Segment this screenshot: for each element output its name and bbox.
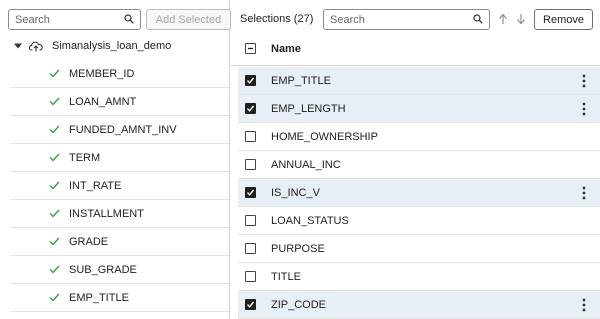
checkmark-icon: [49, 69, 60, 78]
tree-item[interactable]: FUNDED_AMNT_INV: [10, 116, 229, 144]
tree-item-label: FUNDED_AMNT_INV: [69, 123, 177, 136]
row-checkbox[interactable]: [245, 131, 256, 142]
selection-row[interactable]: TITLE: [238, 263, 600, 291]
tree-item-label: LOAN_AMNT: [69, 95, 137, 108]
tree-item[interactable]: LOAN_AMNT: [10, 88, 229, 116]
checkmark-icon: [49, 265, 60, 274]
left-toolbar: Add Selected: [8, 9, 231, 31]
row-checkbox[interactable]: [245, 159, 256, 170]
selection-row[interactable]: EMP_TITLE: [238, 67, 600, 95]
selection-row-label: ANNUAL_INC: [271, 158, 341, 171]
selections-count: Selections (27): [240, 13, 314, 25]
selection-row-label: EMP_LENGTH: [271, 102, 346, 115]
checkmark-icon: [49, 293, 60, 302]
row-checkbox[interactable]: [245, 75, 256, 86]
right-toolbar: Selections (27) Remove: [231, 9, 600, 31]
caret-down-icon[interactable]: [14, 42, 22, 50]
tree-item-label: TERM: [69, 151, 101, 164]
checkmark-icon: [49, 153, 60, 162]
move-up-icon[interactable]: [498, 13, 508, 25]
add-selected-button[interactable]: Add Selected: [146, 9, 231, 30]
checkmark-icon: [246, 301, 255, 308]
right-search-input[interactable]: [324, 10, 464, 29]
selection-row[interactable]: LOAN_STATUS: [238, 207, 600, 235]
checkmark-icon: [49, 237, 60, 246]
row-checkbox[interactable]: [245, 215, 256, 226]
kebab-menu-icon[interactable]: [582, 74, 586, 88]
tree-item-label: INT_RATE: [69, 179, 122, 192]
select-all-checkbox[interactable]: [245, 43, 256, 54]
tree-item-label: EMP_TITLE: [69, 291, 129, 304]
kebab-menu-icon[interactable]: [582, 102, 586, 116]
tree-item-label: MEMBER_ID: [69, 67, 135, 80]
selection-row-label: ZIP_CODE: [271, 298, 327, 311]
selection-row-label: LOAN_STATUS: [271, 214, 349, 227]
selection-row[interactable]: ANNUAL_INC: [238, 151, 600, 179]
selection-row[interactable]: IS_INC_V: [238, 179, 600, 207]
tree-item[interactable]: INT_RATE: [10, 172, 229, 200]
available-columns-panel: Add Selected Simanalysis_loan_demo MEMBE…: [0, 0, 231, 319]
checkmark-icon: [246, 77, 255, 84]
selection-row[interactable]: PURPOSE: [238, 235, 600, 263]
tree-item-label: SUB_GRADE: [69, 263, 137, 276]
selection-row[interactable]: HOME_OWNERSHIP: [238, 123, 600, 151]
search-icon[interactable]: [124, 14, 134, 24]
selection-row-label: EMP_TITLE: [271, 74, 331, 87]
right-search-box[interactable]: [323, 9, 490, 30]
selection-row-label: IS_INC_V: [271, 186, 320, 199]
tree-item[interactable]: EMP_TITLE: [10, 284, 229, 312]
kebab-menu-icon[interactable]: [582, 186, 586, 200]
row-checkbox[interactable]: [245, 187, 256, 198]
tree-item[interactable]: SUB_GRADE: [10, 256, 229, 284]
selection-row-label: TITLE: [271, 270, 301, 283]
checkmark-icon: [49, 97, 60, 106]
selection-row[interactable]: ZIP_CODE: [238, 291, 600, 319]
selections-header-row: Name: [231, 32, 600, 66]
cloud-upload-icon: [29, 41, 43, 52]
tree-item[interactable]: GRADE: [10, 228, 229, 256]
checkmark-icon: [49, 209, 60, 218]
checkmark-icon: [49, 181, 60, 190]
tree-item[interactable]: TERM: [10, 144, 229, 172]
row-checkbox[interactable]: [245, 271, 256, 282]
move-down-icon[interactable]: [516, 13, 526, 25]
row-checkbox[interactable]: [245, 103, 256, 114]
left-search-input[interactable]: [9, 10, 119, 29]
selection-row-label: PURPOSE: [271, 242, 325, 255]
remove-button[interactable]: Remove: [534, 9, 593, 30]
tree-root-label: Simanalysis_loan_demo: [52, 40, 172, 52]
tree-item-label: INSTALLMENT: [69, 207, 144, 220]
checkmark-icon: [246, 105, 255, 112]
kebab-menu-icon[interactable]: [582, 298, 586, 312]
name-column-header: Name: [271, 42, 301, 55]
tree-item[interactable]: MEMBER_ID: [10, 60, 229, 88]
minus-icon: [248, 47, 253, 50]
tree-item-label: GRADE: [69, 235, 109, 248]
selection-row-label: HOME_OWNERSHIP: [271, 130, 378, 143]
selections-panel: Selections (27) Remove Name EMP_TITLE EMP…: [231, 0, 600, 319]
tree-item[interactable]: INSTALLMENT: [10, 200, 229, 228]
search-icon[interactable]: [473, 14, 483, 24]
row-checkbox[interactable]: [245, 299, 256, 310]
selection-row[interactable]: EMP_LENGTH: [238, 95, 600, 123]
tree-root-node[interactable]: Simanalysis_loan_demo: [0, 34, 229, 58]
checkmark-icon: [246, 189, 255, 196]
checkmark-icon: [49, 125, 60, 134]
row-checkbox[interactable]: [245, 243, 256, 254]
left-search-box[interactable]: [8, 9, 141, 30]
